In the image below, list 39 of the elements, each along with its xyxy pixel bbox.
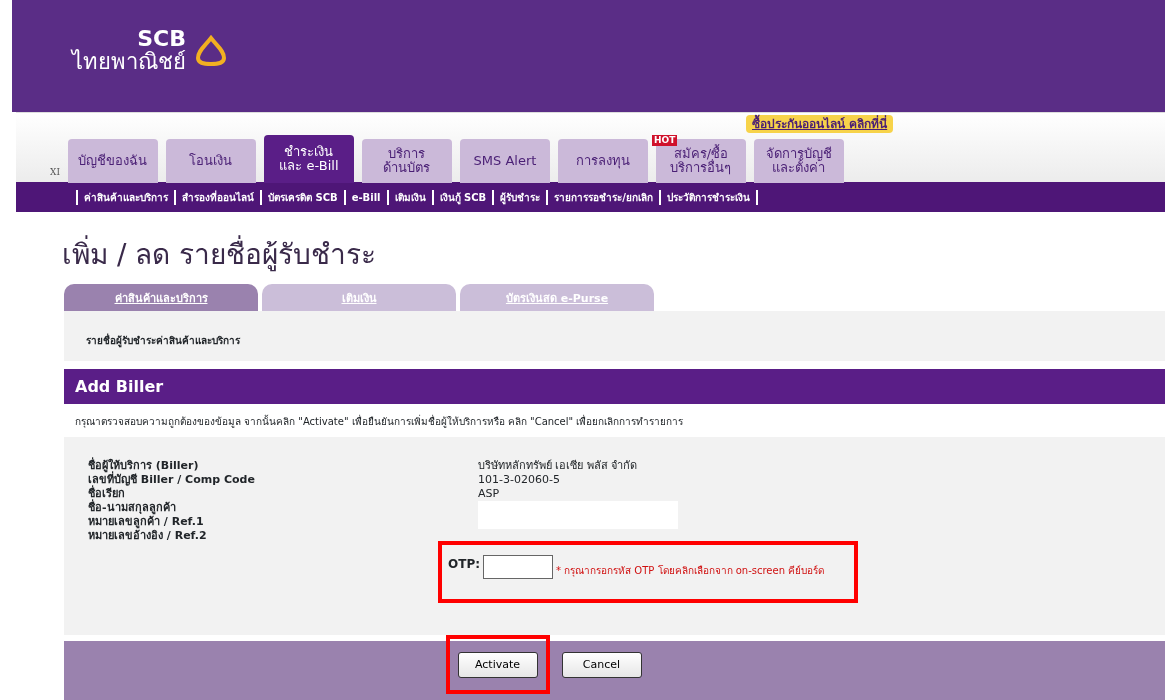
hot-badge: HOT bbox=[651, 135, 678, 146]
field-value: ASP bbox=[478, 486, 501, 501]
nav-tab[interactable]: การลงทุน bbox=[557, 139, 648, 183]
nav-marker: XI bbox=[50, 165, 60, 179]
otp-note: * กรุณากรอกรหัส OTP โดยคลิกเลือกจาก on-screen คีย์บอร์ด bbox=[556, 563, 825, 578]
field-label: เลขที่บัญชี Biller / Comp Code bbox=[88, 472, 256, 486]
panel-title: Add Biller bbox=[64, 368, 1165, 404]
submenu-link[interactable]: สำรองที่ออนไลน์ bbox=[174, 189, 260, 205]
activate-button[interactable]: Activate bbox=[457, 651, 538, 678]
nav-tab[interactable]: จัดการบัญชี และตั้งค่า bbox=[753, 139, 844, 183]
submenu-link[interactable]: เงินกู้ SCB bbox=[431, 189, 493, 205]
cancel-button[interactable]: Cancel bbox=[561, 651, 642, 678]
submenu-link[interactable]: ค่าสินค้าและบริการ bbox=[76, 189, 174, 205]
field-value: บริษัทหลักทรัพย์ เอเซีย พลัส จำกัด bbox=[478, 458, 639, 473]
field-label: ชื่อเรียก bbox=[88, 486, 125, 500]
instruction-text: กรุณาตรวจสอบความถูกต้องของข้อมูล จากนั้นคลิก "Activate" เพื่อยืนยันการเพิ่มชื่อผู้ให้บริการหรือ คลิก "Cancel" เพื่อยกเลิกการทำรายการ bbox=[75, 413, 685, 429]
logo-text: SCB bbox=[137, 28, 186, 50]
submenu-link[interactable]: ผู้รับชำระ bbox=[492, 189, 547, 205]
field-label: ชื่อ-นามสกุลลูกค้า bbox=[88, 500, 177, 515]
nav-tab[interactable]: บริการ ด้านบัตร bbox=[361, 139, 452, 183]
nav-tab[interactable]: บัญชีของฉัน bbox=[67, 139, 158, 183]
submenu-link[interactable]: รายการรอชำระ/ยกเลิก bbox=[546, 189, 659, 205]
field-label: หมายเลขอ้างอิง / Ref.2 bbox=[88, 528, 208, 543]
otp-input[interactable] bbox=[483, 554, 553, 579]
submenu-link[interactable]: ประวัติการชำระเงิน bbox=[658, 189, 758, 205]
section-label: รายชื่อผู้รับชำระค่าสินค้าและบริการ bbox=[85, 332, 241, 350]
otp-label: OTP: bbox=[448, 555, 480, 573]
submenu-link[interactable]: บัตรเครดิต SCB bbox=[260, 189, 344, 205]
logo-icon bbox=[194, 35, 228, 68]
promo-link[interactable]: ซื้อประกันออนไลน์ คลิกที่นี่ bbox=[746, 115, 894, 133]
nav-tab[interactable]: ชำระเงิน และ e-Bill bbox=[263, 135, 354, 183]
submenu-link[interactable]: e-Bill bbox=[343, 189, 387, 205]
field-label: ชื่อผู้ให้บริการ (Biller) bbox=[88, 458, 200, 473]
submenu-link[interactable]: เติมเงิน bbox=[386, 189, 432, 205]
nav-tab[interactable]: โอนเงิน bbox=[165, 139, 256, 183]
nav-tab[interactable]: SMS Alert bbox=[459, 139, 550, 183]
logo-subtext: ไทยพาณิชย์ bbox=[72, 50, 186, 75]
field-label: หมายเลขลูกค้า / Ref.1 bbox=[88, 514, 205, 529]
field-value: 101-3-02060-5 bbox=[478, 472, 561, 487]
